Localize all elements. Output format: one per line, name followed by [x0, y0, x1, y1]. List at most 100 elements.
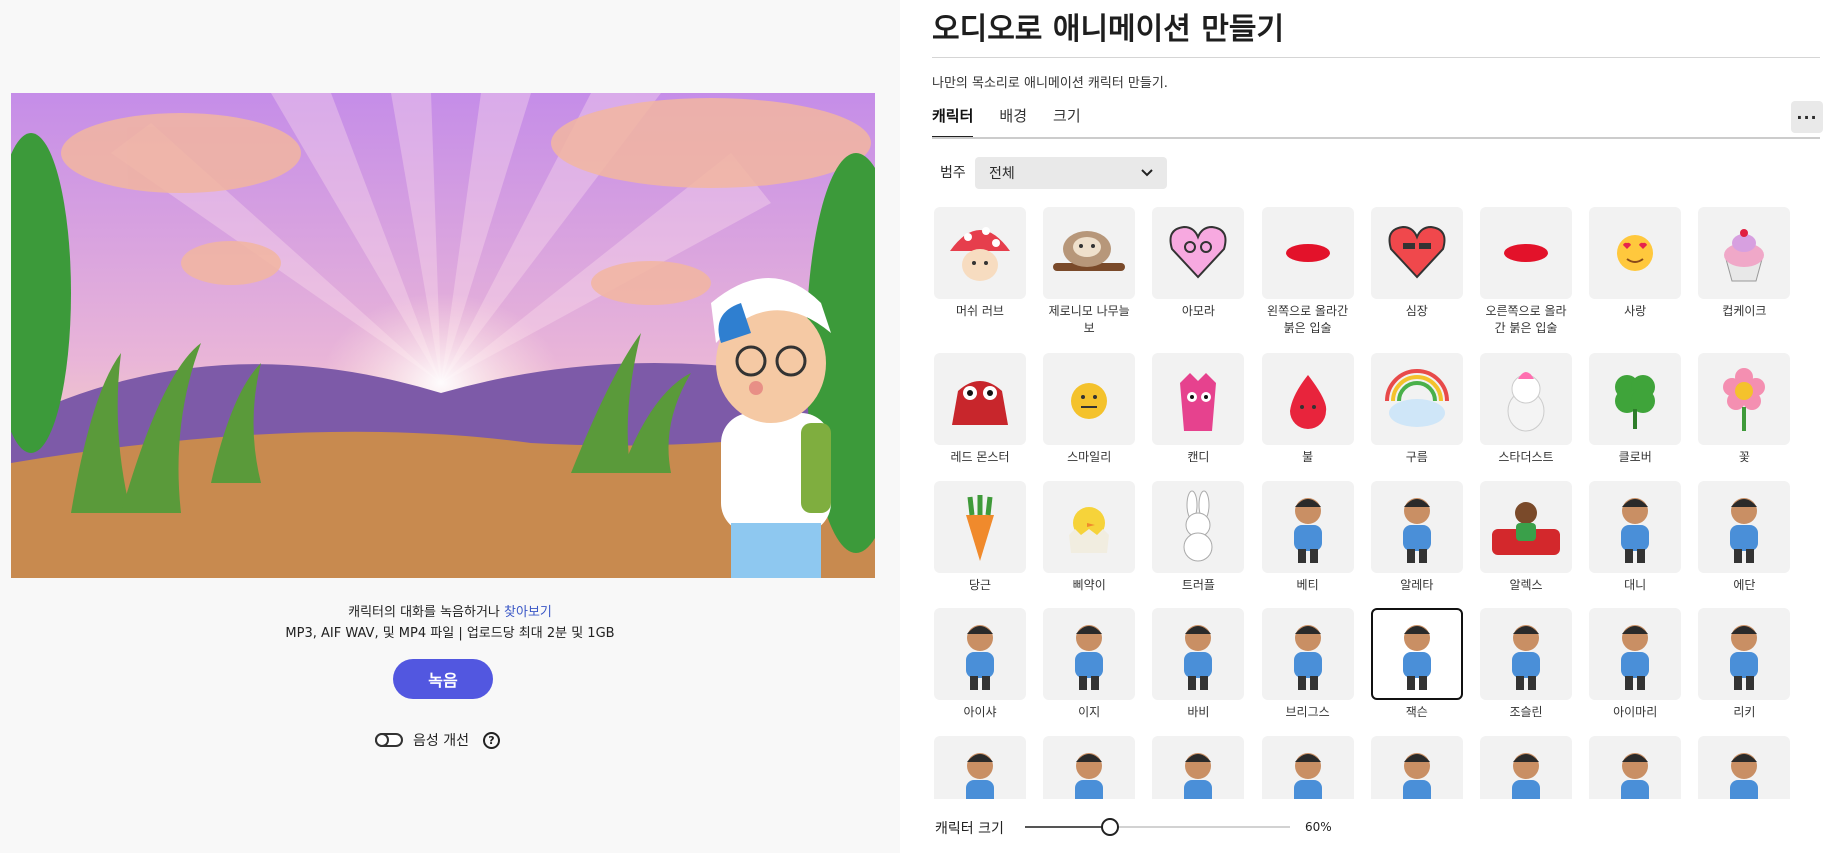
help-icon[interactable]: ? [482, 731, 500, 749]
character-card[interactable]: 꽃 [1698, 353, 1791, 466]
character-name: 스타더스트 [1498, 450, 1554, 464]
character-card[interactable]: 아모라 [1152, 207, 1245, 320]
character-card[interactable]: 레드 몬스터 [934, 353, 1026, 466]
enhance-audio-toggle[interactable] [375, 733, 403, 747]
character-name: 컵케이크 [1722, 304, 1767, 318]
character-card[interactable]: 심장 [1370, 207, 1463, 320]
character-card[interactable]: 스마일리 [1043, 353, 1136, 466]
character-card[interactable]: 리키 [1698, 608, 1791, 721]
character-card[interactable] [934, 736, 1026, 799]
character-card[interactable]: 바비 [1152, 608, 1245, 721]
person-icon [1589, 481, 1682, 573]
browse-link[interactable]: 찾아보기 [504, 605, 552, 620]
character-card[interactable]: 대니 [1589, 481, 1682, 594]
person-icon [1152, 736, 1245, 799]
character-size-value: 60% [1305, 820, 1332, 834]
flower-icon [1698, 353, 1791, 445]
preview-panel: 캐릭터의 대화를 녹음하거나 찾아보기 MP3, AIF WAV, 및 MP4 … [0, 0, 900, 853]
character-name: 구름 [1405, 450, 1428, 464]
person-icon [1589, 736, 1682, 799]
character-name: 아모라 [1181, 304, 1215, 318]
character-card[interactable]: 잭슨 [1370, 608, 1463, 721]
record-button[interactable]: 녹음 [393, 659, 493, 699]
person-icon [934, 736, 1026, 799]
character-card[interactable]: 불 [1261, 353, 1354, 466]
lips-icon [1480, 207, 1572, 299]
character-card[interactable]: 트러플 [1152, 481, 1245, 594]
character-card[interactable] [1370, 736, 1463, 799]
pink-heart-icon [1152, 207, 1245, 299]
slider-handle[interactable] [1100, 818, 1119, 836]
person-icon [1261, 608, 1354, 700]
character-card[interactable]: 아이샤 [934, 608, 1026, 721]
character-card[interactable] [1480, 736, 1572, 799]
red-monster-icon [934, 353, 1026, 445]
title-divider [932, 57, 1820, 58]
character-card[interactable]: 구름 [1370, 353, 1463, 466]
more-options-button[interactable]: ··· [1791, 101, 1823, 133]
person-icon [1261, 736, 1354, 799]
tab-background[interactable]: 배경 [999, 105, 1027, 139]
tab-size[interactable]: 크기 [1053, 105, 1081, 139]
character-card[interactable]: 이지 [1043, 608, 1136, 721]
character-card[interactable]: 알렉스 [1480, 481, 1572, 594]
character-card[interactable]: 스타더스트 [1480, 353, 1572, 466]
person-icon [1698, 481, 1791, 573]
character-name: 알레타 [1400, 578, 1434, 592]
character-card[interactable]: 삐약이 [1043, 481, 1136, 594]
character-grid: 머쉬 러브 제로니모 나무늘보 아모라 왼쪽으로 올라간 붉은 입술 심장 오른쪽으로 올… [934, 207, 1814, 799]
character-card[interactable] [1261, 736, 1354, 799]
character-name: 캔디 [1187, 450, 1210, 464]
character-size-slider[interactable] [1025, 818, 1290, 836]
character-card[interactable] [1152, 736, 1245, 799]
character-name: 클로버 [1618, 450, 1652, 464]
character-name: 레드 몬스터 [950, 450, 1010, 464]
cloud-icon [1370, 353, 1463, 445]
editor-panel: 오디오로 애니메이션 만들기 나만의 목소리로 애니메이션 캐릭터 만들기. 캐… [900, 0, 1824, 853]
person-icon [1043, 608, 1136, 700]
character-name: 조슬린 [1509, 705, 1543, 719]
lips-icon [1261, 207, 1354, 299]
character-card[interactable]: 왼쪽으로 올라간 붉은 입술 [1261, 207, 1354, 337]
character-card[interactable]: 컵케이크 [1698, 207, 1791, 320]
character-card[interactable]: 당근 [934, 481, 1026, 594]
record-hint-text: 캐릭터의 대화를 녹음하거나 [348, 605, 500, 620]
character-card[interactable] [1698, 736, 1791, 799]
record-hint: 캐릭터의 대화를 녹음하거나 찾아보기 [0, 601, 900, 620]
red-heart-icon [1370, 207, 1463, 299]
person-icon [1698, 608, 1791, 700]
clover-icon [1589, 353, 1682, 445]
character-card[interactable]: 브리그스 [1261, 608, 1354, 721]
character-card[interactable]: 머쉬 러브 [934, 207, 1026, 320]
character-card[interactable]: 아이마리 [1589, 608, 1682, 721]
tab-character[interactable]: 캐릭터 [932, 105, 974, 139]
chick-icon [1043, 481, 1136, 573]
character-name: 스마일리 [1067, 450, 1112, 464]
file-hint: MP3, AIF WAV, 및 MP4 파일 | 업로드당 최대 2분 및 1G… [285, 626, 615, 641]
character-card[interactable]: 클로버 [1589, 353, 1682, 466]
category-select[interactable]: 전체 [975, 157, 1167, 189]
category-label: 범주 [940, 165, 966, 181]
character-card[interactable]: 조슬린 [1480, 608, 1572, 721]
character-name: 제로니모 나무늘보 [1048, 304, 1130, 335]
character-name: 꽃 [1738, 450, 1750, 464]
character-name: 머쉬 러브 [956, 304, 1004, 318]
character-card[interactable] [1589, 736, 1682, 799]
character-card[interactable] [1043, 736, 1136, 799]
enhance-audio-row: 음성 개선 ? [375, 730, 500, 750]
person-icon [1370, 481, 1463, 573]
character-card[interactable]: 오른쪽으로 올라간 붉은 입술 [1480, 207, 1572, 337]
character-card[interactable]: 사랑 [1589, 207, 1682, 320]
character-card[interactable]: 에단 [1698, 481, 1791, 594]
character-card[interactable]: 알레타 [1370, 481, 1463, 594]
character-name: 불 [1302, 450, 1314, 464]
character-name: 베티 [1296, 578, 1319, 592]
character-card[interactable]: 제로니모 나무늘보 [1043, 207, 1136, 337]
character-card[interactable]: 베티 [1261, 481, 1354, 594]
character-name: 잭슨 [1405, 705, 1428, 719]
character-name: 삐약이 [1072, 578, 1106, 592]
animation-preview [11, 93, 875, 578]
character-card[interactable]: 캔디 [1152, 353, 1245, 466]
person-couch-icon [1480, 481, 1572, 573]
person-icon [1370, 608, 1463, 700]
